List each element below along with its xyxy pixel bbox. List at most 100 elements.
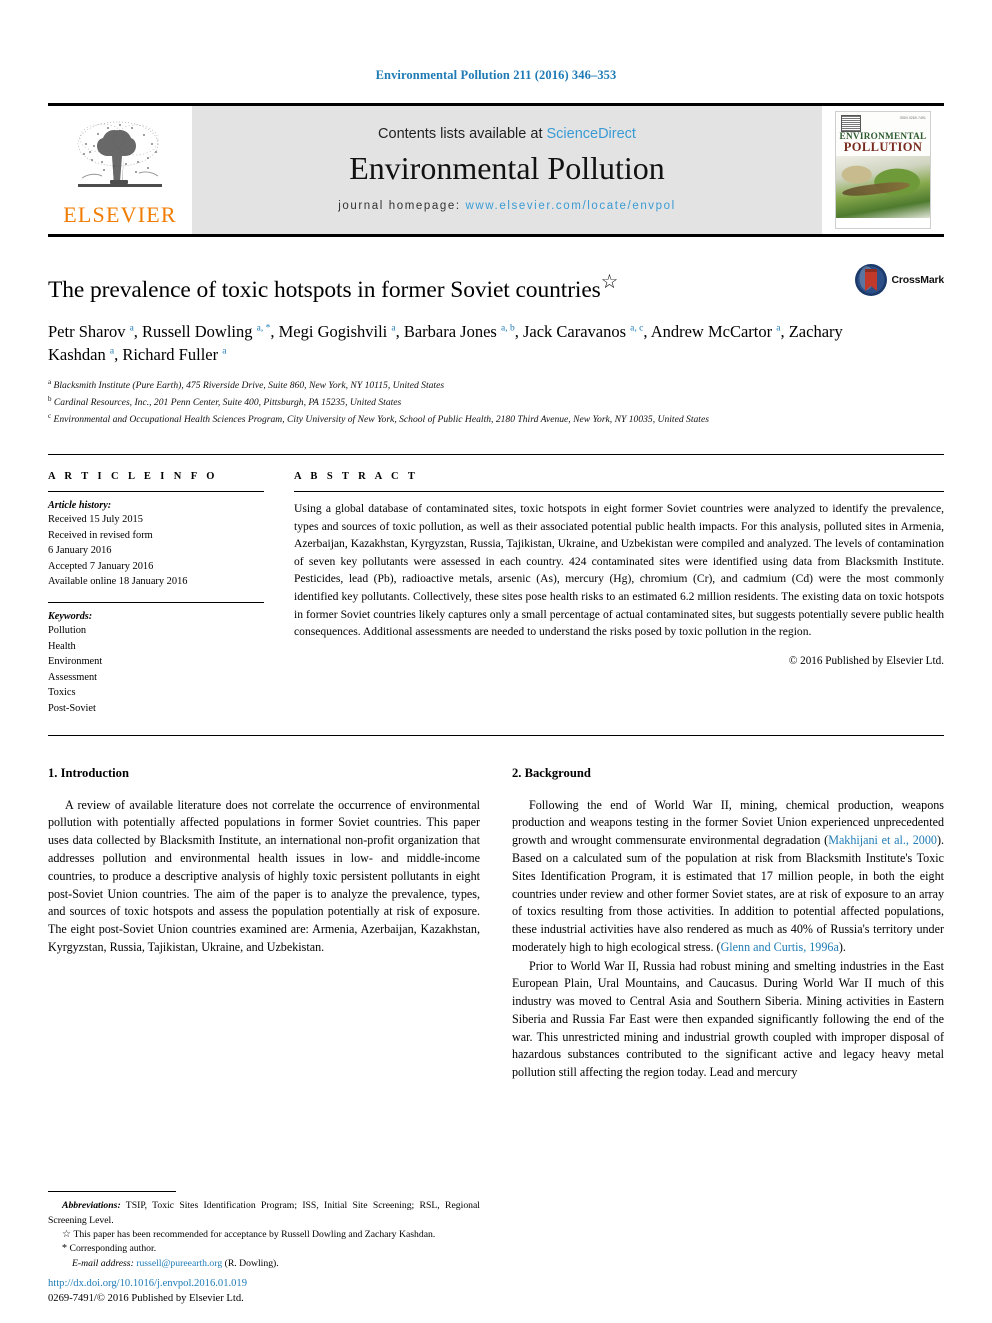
- crossmark-badge[interactable]: CrossMark: [854, 263, 944, 297]
- affiliation-list: a Blacksmith Institute (Pure Earth), 475…: [48, 377, 944, 428]
- author-1: Petr Sharov a: [48, 322, 134, 341]
- author-6-name: Andrew McCartor: [650, 322, 773, 342]
- author-8-affiliation-marker[interactable]: a: [222, 347, 226, 357]
- keyword-item: Health: [48, 640, 76, 652]
- homepage-prefix: journal homepage:: [338, 199, 466, 212]
- body-columns: 1. Introduction A review of available li…: [48, 766, 944, 1083]
- abbreviations-label: Abbreviations:: [62, 1200, 121, 1212]
- doi-block: http://dx.doi.org/10.1016/j.envpol.2016.…: [48, 1277, 247, 1307]
- author-2-affiliation-marker[interactable]: a, *: [257, 324, 271, 334]
- email-address-label: E-mail address:: [72, 1257, 134, 1269]
- title-footnote-marker[interactable]: ☆: [601, 272, 619, 293]
- author-4-name: Barbara Jones: [403, 322, 497, 342]
- affiliation-a-text: Blacksmith Institute (Pure Earth), 475 R…: [53, 380, 445, 392]
- footnote-corresponding-author: * Corresponding author.: [48, 1242, 480, 1257]
- footnote-block: Abbreviations: TSIP, Toxic Sites Identif…: [48, 1191, 480, 1271]
- abstract-column: A B S T R A C T Using a global database …: [294, 471, 944, 717]
- affiliation-a-key: a: [48, 377, 52, 386]
- cover-journal-name: ENVIRONMENTAL POLLUTION: [836, 131, 930, 154]
- citation-makhijani-2000[interactable]: Makhijani et al., 2000: [828, 833, 937, 847]
- masthead-center: Contents lists available at ScienceDirec…: [192, 106, 822, 234]
- journal-masthead: ELSEVIER Contents lists available at Sci…: [48, 103, 944, 237]
- author-list: Petr Sharov a, Russell Dowling a, *, Meg…: [48, 322, 843, 365]
- journal-title: Environmental Pollution: [349, 150, 665, 187]
- keyword-item: Environment: [48, 656, 103, 668]
- keyword-item: Post-Soviet: [48, 703, 96, 715]
- author-2-name: Russell Dowling: [142, 322, 253, 342]
- background-paragraph-2: Prior to World War II, Russia had robust…: [512, 958, 944, 1080]
- journal-homepage-line: journal homepage: www.elsevier.com/locat…: [338, 200, 676, 212]
- footnote-divider: [48, 1191, 176, 1193]
- author-1-affiliation-marker[interactable]: a: [130, 324, 134, 334]
- email-suffix: (R. Dowling).: [222, 1257, 279, 1269]
- contents-lists-line: Contents lists available at ScienceDirec…: [378, 126, 636, 142]
- star-note-text: This paper has been recommended for acce…: [73, 1228, 436, 1240]
- affiliation-b-key: b: [48, 394, 52, 403]
- author-4: Barbara Jones a, b: [404, 322, 515, 341]
- asterisk-marker-icon: *: [62, 1243, 70, 1255]
- author-7-affiliation-marker[interactable]: a: [110, 347, 114, 357]
- history-accepted: Accepted 7 January 2016: [48, 560, 154, 572]
- corresponding-author-text: Corresponding author.: [69, 1243, 157, 1255]
- author-5-affiliation-marker[interactable]: a, c: [630, 324, 643, 334]
- affiliation-c-text: Environmental and Occupational Health Sc…: [53, 414, 709, 426]
- article-info-column: A R T I C L E I N F O Article history: R…: [48, 471, 264, 717]
- contents-lists-prefix: Contents lists available at: [378, 126, 547, 143]
- article-page: Environmental Pollution 211 (2016) 346–3…: [0, 0, 992, 1323]
- footnote-email: E-mail address: russell@pureearth.org (R…: [48, 1257, 480, 1271]
- section-title-introduction: 1. Introduction: [48, 765, 129, 780]
- abstract-heading: A B S T R A C T: [294, 471, 419, 482]
- history-received: Received 15 July 2015: [48, 514, 143, 525]
- star-marker-icon: ☆: [62, 1228, 74, 1240]
- author-3-name: Megi Gogishvili: [278, 322, 388, 342]
- author-3: Megi Gogishvili a: [279, 322, 396, 341]
- abstract-copyright: © 2016 Published by Elsevier Ltd.: [788, 654, 944, 667]
- body-divider: [48, 734, 944, 736]
- author-8-name: Richard Fuller: [122, 345, 219, 365]
- author-5: Jack Caravanos a, c: [523, 322, 643, 341]
- email-link[interactable]: russell@pureearth.org: [136, 1258, 222, 1269]
- affiliation-c: c Environmental and Occupational Health …: [48, 411, 944, 428]
- background-p1-part-c: ).: [838, 939, 846, 954]
- info-abstract-section: A R T I C L E I N F O Article history: R…: [48, 454, 944, 717]
- homepage-url-link[interactable]: www.elsevier.com/locate/envpol: [465, 200, 675, 212]
- cover-header: ISSN 0269-7491: [836, 112, 930, 132]
- author-6: Andrew McCartor a: [651, 322, 781, 341]
- body-column-right: 2. Background Following the end of World…: [512, 766, 944, 1083]
- crossmark-icon: [854, 264, 887, 296]
- author-2: Russell Dowling a, *: [142, 322, 270, 341]
- background-paragraph-1: Following the end of World War II, minin…: [512, 797, 944, 957]
- background-p1-part-b: ). Based on a calculated sum of the popu…: [512, 833, 944, 954]
- keywords-divider: [48, 602, 264, 604]
- author-8: Richard Fuller a: [122, 345, 226, 364]
- affiliation-b-text: Cardinal Resources, Inc., 201 Penn Cente…: [53, 397, 402, 409]
- issn-copyright-line: 0269-7491/© 2016 Published by Elsevier L…: [48, 1293, 244, 1305]
- article-info-divider: [48, 491, 264, 492]
- footnote-abbreviations: Abbreviations: TSIP, Toxic Sites Identif…: [48, 1199, 480, 1227]
- title-block: CrossMark The prevalence of toxic hotspo…: [48, 237, 944, 428]
- journal-cover-thumbnail: ISSN 0269-7491 ENVIRONMENTAL POLLUTION V…: [822, 106, 944, 234]
- history-revised-date: 6 January 2016: [48, 545, 112, 557]
- history-revised-label: Received in revised form: [48, 529, 153, 541]
- article-info-heading: A R T I C L E I N F O: [48, 471, 218, 482]
- author-6-affiliation-marker[interactable]: a: [776, 324, 780, 334]
- affiliation-c-key: c: [48, 411, 52, 420]
- affiliation-a: a Blacksmith Institute (Pure Earth), 475…: [48, 377, 944, 394]
- crossmark-label: CrossMark: [891, 274, 945, 286]
- doi-link[interactable]: http://dx.doi.org/10.1016/j.envpol.2016.…: [48, 1277, 247, 1292]
- sciencedirect-link[interactable]: ScienceDirect: [547, 126, 636, 142]
- citation-glenn-curtis-1996a[interactable]: Glenn and Curtis, 1996a: [721, 940, 839, 954]
- article-title-text: The prevalence of toxic hotspots in form…: [48, 276, 601, 303]
- keyword-item: Toxics: [48, 687, 76, 699]
- cover-photo: [836, 156, 930, 218]
- footnote-star-note: ☆ This paper has been recommended for ac…: [48, 1228, 480, 1243]
- author-3-affiliation-marker[interactable]: a: [391, 324, 395, 334]
- affiliation-b: b Cardinal Resources, Inc., 201 Penn Cen…: [48, 394, 944, 411]
- body-column-left: 1. Introduction A review of available li…: [48, 766, 480, 1083]
- author-1-name: Petr Sharov: [48, 322, 126, 342]
- cover-issn: ISSN 0269-7491: [899, 116, 926, 120]
- page-title: The prevalence of toxic hotspots in form…: [48, 271, 848, 304]
- intro-paragraph-1: A review of available literature does no…: [48, 797, 480, 954]
- author-4-affiliation-marker[interactable]: a, b: [501, 324, 515, 334]
